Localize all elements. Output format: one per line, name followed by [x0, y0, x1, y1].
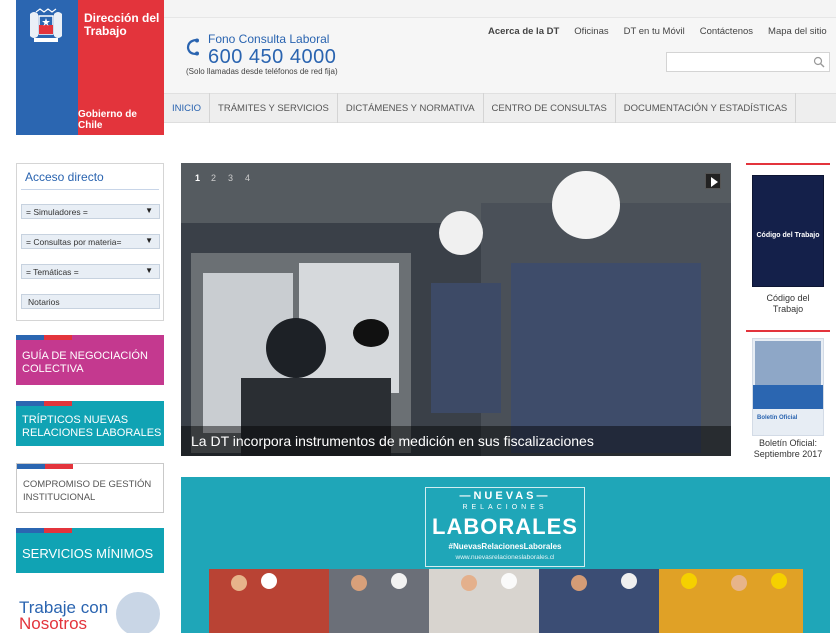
select-label: = Consultas por materia= [26, 236, 122, 247]
dropdown-arrow-icon: ▼ [145, 206, 153, 215]
link-oficinas[interactable]: Oficinas [574, 26, 608, 37]
promo-guia-negociacion[interactable]: GUÍA DE NEGOCIACIÓN COLECTIVA [16, 335, 164, 385]
phone-label: Fono Consulta Laboral [208, 32, 330, 46]
phone-note: (Solo llamadas desde teléfonos de red fi… [186, 67, 338, 76]
nav-tramites[interactable]: TRÁMITES Y SERVICIOS [210, 93, 338, 123]
boletin-video-thumb [755, 341, 821, 385]
select-consultas[interactable]: = Consultas por materia= ▼ [21, 234, 160, 249]
boletin-oficial-card[interactable]: Boletín Oficial Boletín Oficial: Septiem… [746, 330, 830, 465]
dropdown-arrow-icon: ▼ [145, 266, 153, 275]
phone-icon [186, 38, 199, 56]
logo-subtitle: Gobierno de Chile [78, 109, 137, 131]
promo-label: GUÍA DE NEGOCIACIÓN COLECTIVA [22, 350, 148, 375]
nuevas-relaciones-banner[interactable]: —NUEVAS— RELACIONES LABORALES #NuevasRel… [181, 477, 830, 633]
boletin-image-title: Boletín Oficial [757, 415, 798, 421]
news-slider[interactable]: 1 2 3 4 La DT incorpora instrumentos de … [181, 163, 731, 456]
banner-logo: —NUEVAS— RELACIONES LABORALES #NuevasRel… [425, 487, 585, 567]
promo-tripticos[interactable]: TRÍPTICOS NUEVAS RELACIONES LABORALES [16, 401, 164, 446]
boletin-label: Boletín Oficial: Septiembre 2017 [753, 438, 823, 459]
promo-flag-bar [16, 401, 72, 406]
workers-group-photo [209, 569, 803, 633]
chile-coat-of-arms-icon [30, 8, 62, 42]
promo-flag-bar [17, 464, 73, 469]
banner-hashtag: #NuevasRelacionesLaborales [448, 542, 562, 551]
banner-relaciones: RELACIONES [462, 504, 548, 511]
nav-centro-consultas[interactable]: CENTRO DE CONSULTAS [484, 93, 616, 123]
logo-blue-panel [16, 0, 78, 135]
select-simuladores[interactable]: = Simuladores = ▼ [21, 204, 160, 219]
slider-caption[interactable]: La DT incorpora instrumentos de medición… [181, 426, 731, 456]
promo-servicios-minimos[interactable]: SERVICIOS MÍNIMOS [16, 528, 164, 573]
banner-nuevas: —NUEVAS— [459, 490, 551, 502]
search-icon[interactable] [813, 56, 825, 68]
search-input[interactable] [666, 52, 830, 72]
trabaje-con-nosotros[interactable]: Trabaje con Nosotros [16, 590, 164, 633]
main-nav: INICIO TRÁMITES Y SERVICIOS DICTÁMENES Y… [164, 93, 836, 123]
codigo-label: Código del Trabajo [766, 293, 810, 314]
link-acerca[interactable]: Acerca de la DT [488, 26, 559, 37]
phone-number: 600 450 4000 [208, 46, 337, 68]
nav-documentacion[interactable]: DOCUMENTACIÓN Y ESTADÍSTICAS [616, 93, 797, 123]
slider-page-3[interactable]: 3 [228, 173, 233, 183]
logo-red-panel: Dirección del Trabajo Gobierno de Chile [78, 0, 164, 135]
boletin-thumbnail: Boletín Oficial [752, 338, 824, 436]
codigo-book-title: Código del Trabajo [756, 232, 820, 239]
slider-page-1[interactable]: 1 [195, 173, 200, 183]
dropdown-arrow-icon: ▼ [145, 236, 153, 245]
banner-url: www.nuevasrelacioneslaborales.cl [455, 554, 555, 561]
acceso-directo-panel: Acceso directo = Simuladores = ▼ = Consu… [16, 163, 164, 321]
top-strip [164, 0, 836, 18]
play-icon[interactable] [705, 173, 721, 189]
link-dt-movil[interactable]: DT en tu Móvil [624, 26, 685, 37]
promo-label: COMPROMISO DE GESTIÓN INSTITUCIONAL [23, 479, 152, 503]
promo-label: SERVICIOS MÍNIMOS [22, 546, 154, 561]
promo-flag-bar [16, 528, 72, 533]
nav-dictamenes[interactable]: DICTÁMENES Y NORMATIVA [338, 93, 484, 123]
link-mapa-sitio[interactable]: Mapa del sitio [768, 26, 827, 37]
boletin-band [753, 385, 823, 409]
select-label: = Temáticas = [26, 266, 79, 277]
notarios-link[interactable]: Notarios [21, 294, 160, 309]
codigo-del-trabajo-card[interactable]: Código del Trabajo Código del Trabajo [746, 163, 830, 323]
banner-laborales: LABORALES [432, 514, 578, 539]
logo[interactable]: Dirección del Trabajo Gobierno de Chile [16, 0, 164, 135]
trabaje-line2: Nosotros [19, 614, 88, 633]
promo-compromiso[interactable]: COMPROMISO DE GESTIÓN INSTITUCIONAL [16, 463, 164, 513]
nav-inicio[interactable]: INICIO [164, 93, 211, 123]
top-links: Acerca de la DT Oficinas DT en tu Móvil … [488, 26, 827, 37]
helmet-icon [116, 592, 160, 633]
promo-label: TRÍPTICOS NUEVAS RELACIONES LABORALES [22, 413, 162, 439]
logo-title: Dirección del Trabajo [84, 11, 160, 38]
divider [21, 189, 159, 190]
slider-page-4[interactable]: 4 [245, 173, 250, 183]
link-contactenos[interactable]: Contáctenos [700, 26, 753, 37]
select-label: = Simuladores = [26, 206, 88, 217]
promo-flag-bar [16, 335, 72, 340]
select-tematicas[interactable]: = Temáticas = ▼ [21, 264, 160, 279]
codigo-book-cover: Código del Trabajo [752, 175, 824, 287]
acceso-directo-title: Acceso directo [25, 170, 104, 184]
slider-photo [181, 163, 731, 456]
slider-page-2[interactable]: 2 [211, 173, 216, 183]
